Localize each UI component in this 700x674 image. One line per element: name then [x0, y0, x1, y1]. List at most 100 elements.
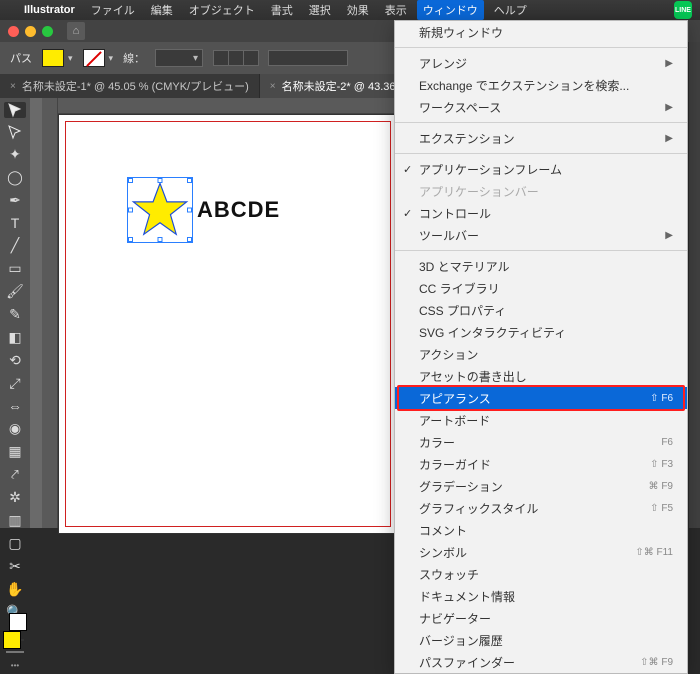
tool-pencil[interactable]: ✎ [4, 306, 26, 323]
menu-item-label: アセットの書き出し [419, 368, 527, 385]
home-icon[interactable]: ⌂ [67, 22, 85, 40]
ruler-vertical[interactable] [42, 98, 58, 528]
stroke-swatch[interactable] [83, 49, 105, 67]
tool-rectangle[interactable]: ▭ [4, 260, 26, 277]
window-menu-dropdown: 新規ウィンドウアレンジ▶Exchange でエクステンションを検索...ワークス… [394, 20, 688, 674]
menu-item-label: アレンジ [419, 55, 467, 72]
menu-item-label: CSS プロパティ [419, 302, 506, 319]
tool-shape-builder[interactable]: ◉ [4, 420, 26, 437]
tool-eyedropper[interactable]: ⤤ [4, 466, 26, 483]
menu-item[interactable]: アセットの書き出し [395, 365, 687, 387]
menu-item[interactable]: コメント [395, 519, 687, 541]
menu-item-label: コントロール [419, 205, 491, 222]
menu-item[interactable]: エクステンション▶ [395, 127, 687, 149]
stroke-weight-field[interactable]: ▾ [155, 49, 203, 67]
selected-object-group[interactable]: ABCDE [131, 181, 280, 239]
menu-item[interactable]: バージョン履歴 [395, 629, 687, 651]
tool-eraser[interactable]: ◧ [4, 329, 26, 346]
menu-object[interactable]: オブジェクト [189, 2, 255, 18]
menu-effect[interactable]: 効果 [347, 2, 369, 18]
document-tab[interactable]: × 名称未設定-1* @ 45.05 % (CMYK/プレビュー) [0, 74, 260, 98]
artboard[interactable]: ABCDE [58, 114, 398, 534]
menu-view[interactable]: 表示 [385, 2, 407, 18]
tool-direct-select[interactable] [4, 124, 26, 140]
tool-width[interactable]: ⇔ [4, 398, 26, 414]
menu-item[interactable]: CSS プロパティ [395, 299, 687, 321]
menu-item[interactable]: カラーガイド⇧ F3 [395, 453, 687, 475]
menu-shortcut: ⇧⌘ F11 [635, 547, 673, 558]
tool-graph[interactable]: ▥ [4, 512, 26, 529]
tool-rotate[interactable]: ⟲ [4, 352, 26, 369]
menu-item[interactable]: SVG インタラクティビティ [395, 321, 687, 343]
menu-item[interactable]: ✓アプリケーションフレーム [395, 158, 687, 180]
tool-line[interactable]: ╱ [4, 237, 26, 254]
stroke-label: 線： [123, 50, 145, 66]
check-icon: ✓ [403, 207, 412, 220]
menu-item[interactable]: アピアランス⇧ F6 [395, 387, 687, 409]
tool-pen[interactable]: ✒ [4, 192, 26, 209]
tool-hand[interactable]: ✋ [4, 581, 26, 598]
close-window-button[interactable] [8, 26, 19, 37]
menu-item-label: Exchange でエクステンションを検索... [419, 77, 629, 94]
menu-item-label: アプリケーションバー [419, 183, 539, 200]
menu-item-label: アクション [419, 346, 478, 363]
menu-item[interactable]: スウォッチ [395, 563, 687, 585]
tool-brush[interactable]: 🖌 [4, 283, 26, 300]
minimize-window-button[interactable] [25, 26, 36, 37]
menu-item[interactable]: 新規ウィンドウ [395, 21, 687, 43]
edit-toolbar-icon[interactable]: ••• [11, 661, 19, 670]
menu-separator [395, 153, 687, 154]
tool-gradient[interactable]: ▦ [4, 443, 26, 460]
menu-item[interactable]: ドキュメント情報 [395, 585, 687, 607]
tool-type[interactable]: T [4, 215, 26, 231]
line-status-icon[interactable]: LINE [674, 1, 692, 19]
tool-scale[interactable]: ⤢ [4, 375, 26, 392]
menu-select[interactable]: 選択 [309, 2, 331, 18]
star-shape[interactable] [131, 181, 189, 239]
fill-dropdown-icon[interactable]: ▾ [68, 53, 73, 64]
tool-lasso[interactable]: ◯ [4, 169, 26, 186]
menu-item-label: カラーガイド [419, 456, 491, 473]
menu-item[interactable]: CC ライブラリ [395, 277, 687, 299]
menu-item[interactable]: ✓ コントロール [395, 202, 687, 224]
menu-item-label: スウォッチ [419, 566, 479, 583]
screen-mode-icon[interactable] [6, 651, 24, 653]
menu-item[interactable]: パスファインダー⇧⌘ F9 [395, 651, 687, 673]
tool-magic-wand[interactable]: ✦ [4, 146, 26, 163]
tool-artboard[interactable]: ▢ [4, 535, 26, 552]
submenu-arrow-icon: ▶ [665, 133, 673, 144]
close-tab-icon[interactable]: × [270, 81, 276, 92]
close-tab-icon[interactable]: × [10, 81, 16, 92]
fill-swatch[interactable] [42, 49, 64, 67]
stroke-options[interactable] [213, 50, 258, 66]
menu-item[interactable]: グラフィックスタイル⇧ F5 [395, 497, 687, 519]
selection-bounds [127, 177, 193, 243]
mac-menubar: Illustrator ファイル 編集 オブジェクト 書式 選択 効果 表示 ウ… [0, 0, 700, 20]
tool-selection[interactable] [4, 102, 26, 118]
menu-separator [395, 122, 687, 123]
menu-edit[interactable]: 編集 [151, 2, 173, 18]
menu-item[interactable]: アクション [395, 343, 687, 365]
right-dock-collapsed[interactable] [688, 42, 700, 528]
tab-label: 名称未設定-1* @ 45.05 % (CMYK/プレビュー) [22, 78, 249, 94]
canvas-text-object[interactable]: ABCDE [197, 197, 280, 223]
menu-item[interactable]: アートボード [395, 409, 687, 431]
menu-window[interactable]: ウィンドウ [417, 0, 484, 20]
tool-symbol-spray[interactable]: ✲ [4, 489, 26, 506]
stroke-dropdown-icon[interactable]: ▾ [109, 53, 114, 64]
menu-help[interactable]: ヘルプ [494, 2, 527, 18]
menu-item[interactable]: シンボル⇧⌘ F11 [395, 541, 687, 563]
menu-item[interactable]: グラデーション⌘ F9 [395, 475, 687, 497]
zoom-window-button[interactable] [42, 26, 53, 37]
menu-item[interactable]: ワークスペース▶ [395, 96, 687, 118]
menu-item[interactable]: カラーF6 [395, 431, 687, 453]
menu-item[interactable]: 3D とマテリアル [395, 255, 687, 277]
menu-type[interactable]: 書式 [271, 2, 293, 18]
menu-item[interactable]: ツールバー▶ [395, 224, 687, 246]
menu-item[interactable]: アレンジ▶ [395, 52, 687, 74]
menu-item[interactable]: Exchange でエクステンションを検索... [395, 74, 687, 96]
opacity-field[interactable] [268, 50, 348, 66]
menu-item[interactable]: ナビゲーター [395, 607, 687, 629]
tool-slice[interactable]: ✂ [4, 558, 26, 575]
menu-file[interactable]: ファイル [91, 2, 135, 18]
